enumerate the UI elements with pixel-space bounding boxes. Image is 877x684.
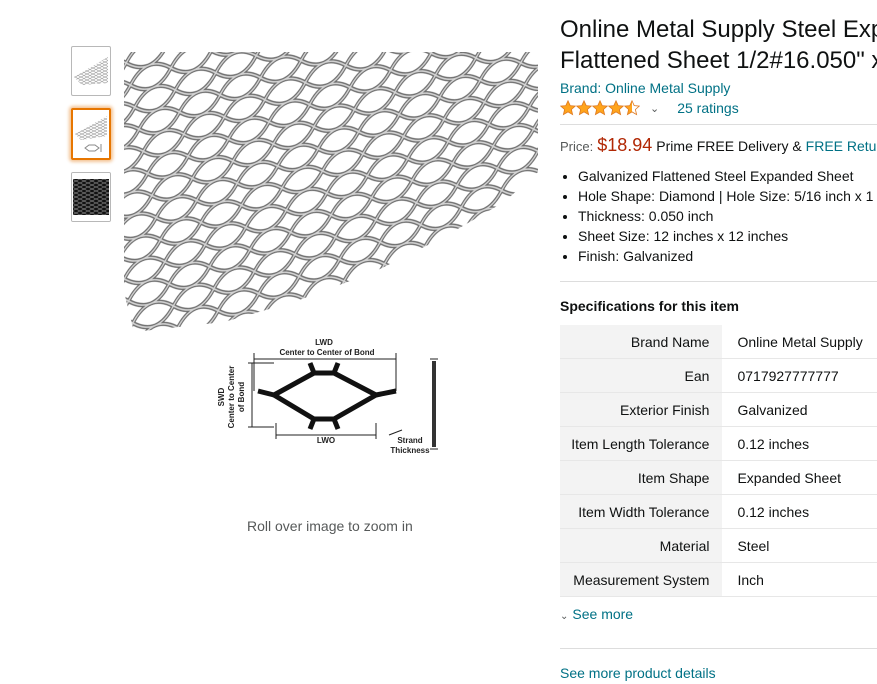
label-strand: Strand [397, 436, 422, 445]
label-thickness: Thickness [390, 446, 430, 455]
table-row: Item Length Tolerance 0.12 inches [560, 426, 877, 461]
spec-value: Expanded Sheet [722, 460, 877, 495]
feature-bullet: Hole Shape: Diamond | Hole Size: 5/16 in… [578, 186, 877, 206]
feature-bullet: Finish: Galvanized [578, 246, 877, 266]
divider [560, 648, 877, 649]
spec-value: Steel [722, 528, 877, 563]
feature-bullet: Thickness: 0.050 inch [578, 206, 877, 226]
spec-value: Online Metal Supply [722, 325, 877, 359]
specs-title: Specifications for this item [560, 298, 739, 314]
spec-value: Inch [722, 562, 877, 597]
thumbnail-mesh-dark[interactable] [71, 172, 111, 222]
table-row: Ean 0717927777777 [560, 358, 877, 393]
spec-key: Material [560, 528, 723, 563]
label-lwd-sub: Center to Center of Bond [279, 348, 374, 357]
rating-row: ⌄ 25 ratings [560, 99, 739, 117]
free-returns-link[interactable]: FREE Returns [806, 138, 877, 154]
feature-bullets: Galvanized Flattened Steel Expanded Shee… [560, 166, 877, 266]
divider [560, 124, 877, 125]
thumbnail-mesh-photo[interactable] [71, 46, 111, 96]
feature-bullet: Galvanized Flattened Steel Expanded Shee… [578, 166, 877, 186]
label-swd-sub2: of Bond [237, 382, 246, 412]
spec-key: Item Length Tolerance [560, 426, 723, 461]
prime-delivery: Prime FREE Delivery & FREE Returns [656, 138, 877, 154]
label-swd-sub1: Center to Center [227, 366, 236, 429]
spec-key: Item Width Tolerance [560, 494, 723, 529]
price-row: Price: $18.94 Prime FREE Delivery & FREE… [560, 135, 877, 156]
product-title: Online Metal Supply Steel Expanded Flatt… [560, 14, 877, 76]
spec-key: Exterior Finish [560, 392, 723, 427]
price-label: Price: [560, 139, 594, 154]
product-info-panel: Online Metal Supply Steel Expanded Flatt… [560, 0, 877, 684]
spec-key: Ean [560, 358, 723, 393]
spec-value: 0.12 inches [722, 426, 877, 461]
label-lwd: LWD [315, 338, 333, 347]
brand-link[interactable]: Brand: Online Metal Supply [560, 80, 730, 96]
see-more-button[interactable]: ⌄ See more [560, 606, 633, 622]
mesh-dimension-diagram: LWD Center to Center of Bond SWD Center … [214, 335, 454, 460]
spec-value: 0717927777777 [722, 358, 877, 393]
stars-icon [560, 100, 640, 116]
thumbnail-strip [71, 46, 111, 234]
table-row: Item Width Tolerance 0.12 inches [560, 494, 877, 529]
chevron-down-icon[interactable]: ⌄ [650, 102, 659, 115]
label-lwo: LWO [317, 436, 335, 445]
spec-key: Brand Name [560, 325, 723, 359]
price-amount: $18.94 [597, 135, 653, 155]
spec-key: Item Shape [560, 460, 723, 495]
chevron-down-icon: ⌄ [560, 611, 569, 622]
table-row: Exterior Finish Galvanized [560, 392, 877, 427]
table-row: Material Steel [560, 528, 877, 563]
table-row: Measurement System Inch [560, 562, 877, 597]
see-more-product-details-link[interactable]: See more product details [560, 665, 716, 681]
product-title-line-1: Online Metal Supply Steel Expanded [560, 16, 877, 43]
ratings-count-link[interactable]: 25 ratings [677, 100, 738, 116]
product-title-line-2: Flattened Sheet 1/2#16.050" x 12" x 12" [560, 47, 877, 74]
see-more-label: See more [572, 606, 634, 622]
spec-value: 0.12 inches [722, 494, 877, 529]
divider [560, 281, 877, 282]
star-rating[interactable] [560, 100, 640, 116]
specs-table: Brand Name Online Metal Supply Ean 0717927… [560, 325, 877, 597]
spec-value: Galvanized [722, 392, 877, 427]
product-main-image[interactable] [124, 52, 538, 332]
zoom-hint: Roll over image to zoom in [247, 518, 413, 534]
spec-key: Measurement System [560, 562, 723, 597]
feature-bullet: Sheet Size: 12 inches x 12 inches [578, 226, 877, 246]
table-row: Brand Name Online Metal Supply [560, 325, 877, 359]
thumbnail-mesh-diagram[interactable] [71, 108, 111, 160]
prime-delivery-text: Prime FREE Delivery & [656, 138, 802, 154]
table-row: Item Shape Expanded Sheet [560, 460, 877, 495]
label-swd: SWD [217, 387, 226, 406]
